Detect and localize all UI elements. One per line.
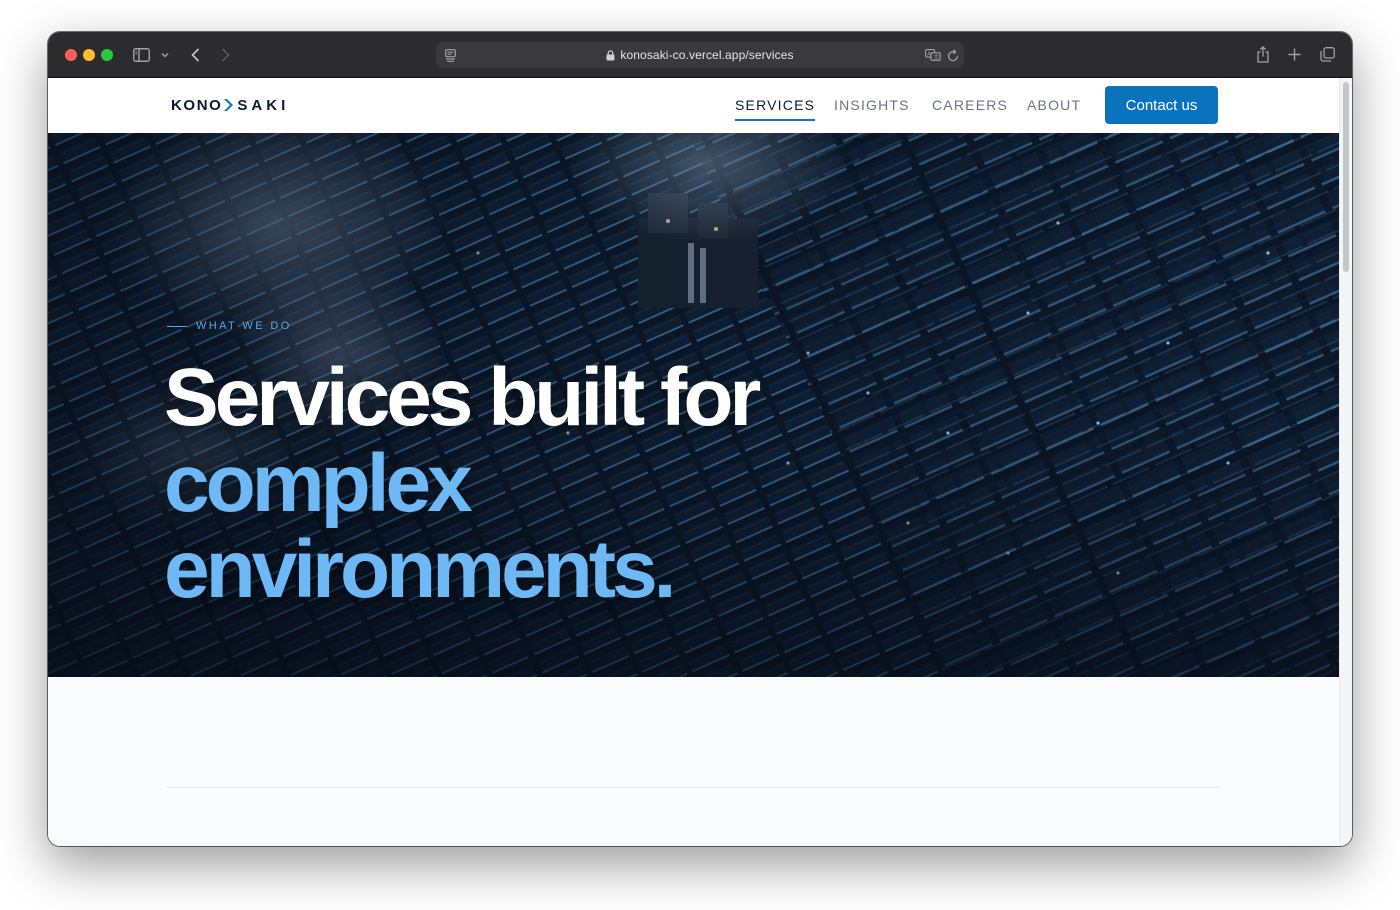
site-logo[interactable]: KONO SAKI — [171, 96, 289, 114]
logo-chevron-icon — [222, 98, 236, 112]
web-page: KONO SAKI SERVICES INSIGHTS CAREERS ABOU… — [48, 78, 1339, 846]
section-divider — [166, 787, 1220, 788]
eyebrow-text: WHAT WE DO — [196, 320, 292, 332]
new-tab-plus-icon[interactable] — [1286, 46, 1302, 62]
page-scrollbar[interactable] — [1339, 78, 1352, 846]
hero-headline: Services built for complex environments. — [164, 352, 761, 615]
site-header: KONO SAKI SERVICES INSIGHTS CAREERS ABOU… — [48, 78, 1339, 133]
scrollbar-thumb[interactable] — [1343, 82, 1349, 272]
headline-line-2: complex — [164, 438, 473, 529]
headline-line-3: environments. — [164, 524, 676, 615]
contact-us-button[interactable]: Contact us — [1105, 86, 1218, 124]
tab-overview-icon[interactable] — [1318, 46, 1336, 62]
browser-toolbar: konosaki-co.vercel.app/services A文 — [48, 32, 1352, 78]
minimize-window-button[interactable] — [83, 49, 95, 61]
logo-text-right: SAKI — [237, 96, 290, 114]
nav-about[interactable]: ABOUT — [1027, 97, 1081, 113]
chevron-down-icon[interactable] — [160, 50, 170, 60]
nav-insights[interactable]: INSIGHTS — [834, 97, 910, 113]
logo-text-left: KONO — [171, 96, 223, 114]
close-window-button[interactable] — [65, 49, 77, 61]
lock-icon — [606, 49, 615, 61]
address-bar[interactable]: konosaki-co.vercel.app/services A文 — [436, 42, 964, 68]
svg-text:文: 文 — [934, 53, 940, 61]
hero-eyebrow: WHAT WE DO — [167, 320, 292, 332]
headline-line-1: Services built for — [164, 352, 761, 443]
browser-window: konosaki-co.vercel.app/services A文 KONO — [48, 32, 1352, 846]
translate-icon[interactable]: A文 — [924, 48, 942, 62]
eyebrow-line — [167, 325, 187, 327]
zoom-window-button[interactable] — [101, 49, 113, 61]
back-arrow-icon[interactable] — [188, 46, 202, 64]
reload-icon[interactable] — [946, 48, 960, 62]
sidebar-toggle-icon[interactable] — [132, 47, 150, 63]
nav-services[interactable]: SERVICES — [735, 97, 816, 121]
share-icon[interactable] — [1255, 45, 1271, 63]
svg-text:A: A — [927, 52, 931, 58]
url-text: konosaki-co.vercel.app/services — [620, 48, 794, 62]
forward-arrow-icon[interactable] — [218, 46, 232, 64]
url-display: konosaki-co.vercel.app/services — [436, 42, 964, 68]
hero-section: WHAT WE DO Services built for complex en… — [48, 133, 1339, 677]
nav-careers[interactable]: CAREERS — [932, 97, 1008, 113]
